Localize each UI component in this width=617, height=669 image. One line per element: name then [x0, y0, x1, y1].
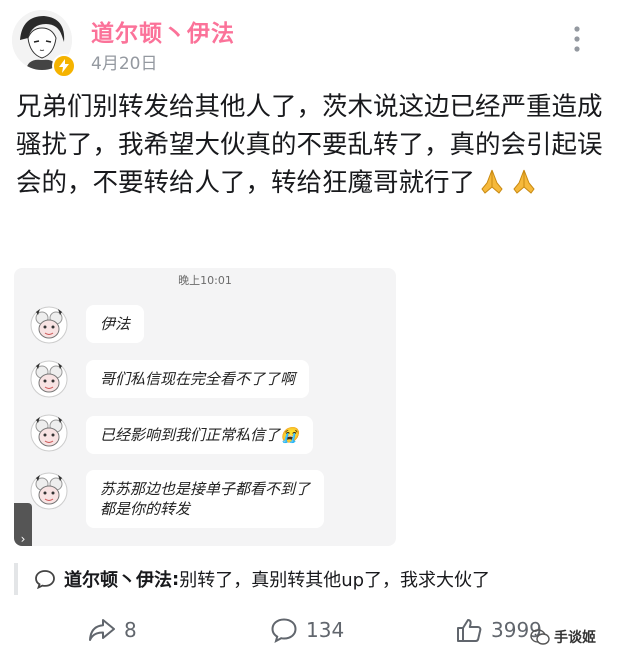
chat-bubble: 伊法	[86, 305, 145, 343]
top-comment-preview[interactable]: 道尔顿丶伊法: 别转了，真别转其他up了，我求大伙了	[14, 563, 578, 595]
pray-icon	[477, 167, 507, 206]
dynamic-post: 道尔顿丶伊法 4月20日 兄弟们别转发给其他人了，茨木说这边已经严重造成骚扰了，…	[0, 0, 617, 669]
sheep-avatar-icon	[30, 414, 68, 452]
comment-separator: :	[172, 568, 180, 590]
wechat-icon	[530, 629, 550, 645]
comment-text: 别转了，真别转其他up了，我求大伙了	[179, 570, 491, 591]
sheep-avatar-icon	[30, 360, 68, 398]
collapse-handle-icon[interactable]: ›	[14, 503, 32, 546]
reply-icon	[271, 618, 297, 643]
sheep-avatar-icon	[30, 472, 68, 510]
reply-button[interactable]: 134	[270, 610, 344, 650]
watermark: 手谈姬	[530, 627, 596, 647]
comment-bubble-icon	[35, 570, 55, 589]
chat-bubble-line: 苏苏那边也是接单子都看不到了	[100, 480, 311, 498]
watermark-label: 手谈姬	[554, 630, 596, 646]
chat-bubble-line: 都是你的转发	[100, 500, 191, 518]
share-count: 8	[124, 618, 137, 642]
reply-count: 134	[306, 618, 345, 642]
chat-bubble: 已经影响到我们正常私信了😭	[86, 416, 313, 454]
comment-author[interactable]: 道尔顿丶伊法	[64, 566, 172, 592]
share-icon	[89, 619, 115, 641]
more-options-icon[interactable]	[566, 24, 588, 54]
post-date: 4月20日	[91, 54, 158, 74]
pray-icon	[509, 167, 539, 206]
vip-bolt-icon	[52, 54, 76, 78]
chat-bubble: 苏苏那边也是接单子都看不到了 都是你的转发	[86, 470, 325, 528]
chat-screenshot-image[interactable]: 晚上10:01 伊法 哥们私信现在完全看不了了啊 已经影响到我们正常私信了😭 苏…	[14, 268, 396, 546]
like-button[interactable]: 3999	[455, 610, 542, 650]
post-content: 兄弟们别转发给其他人了，茨木说这边已经严重造成骚扰了，我希望大伙真的不要乱转了，…	[16, 88, 608, 206]
action-bar: 8 134 3999	[0, 610, 617, 650]
share-button[interactable]: 8	[88, 610, 137, 650]
chat-time: 晚上10:01	[178, 274, 232, 287]
chat-bubble: 哥们私信现在完全看不了了啊	[86, 360, 310, 398]
author-name[interactable]: 道尔顿丶伊法	[91, 14, 235, 48]
sheep-avatar-icon	[30, 306, 68, 344]
thumbs-up-icon	[457, 619, 482, 642]
